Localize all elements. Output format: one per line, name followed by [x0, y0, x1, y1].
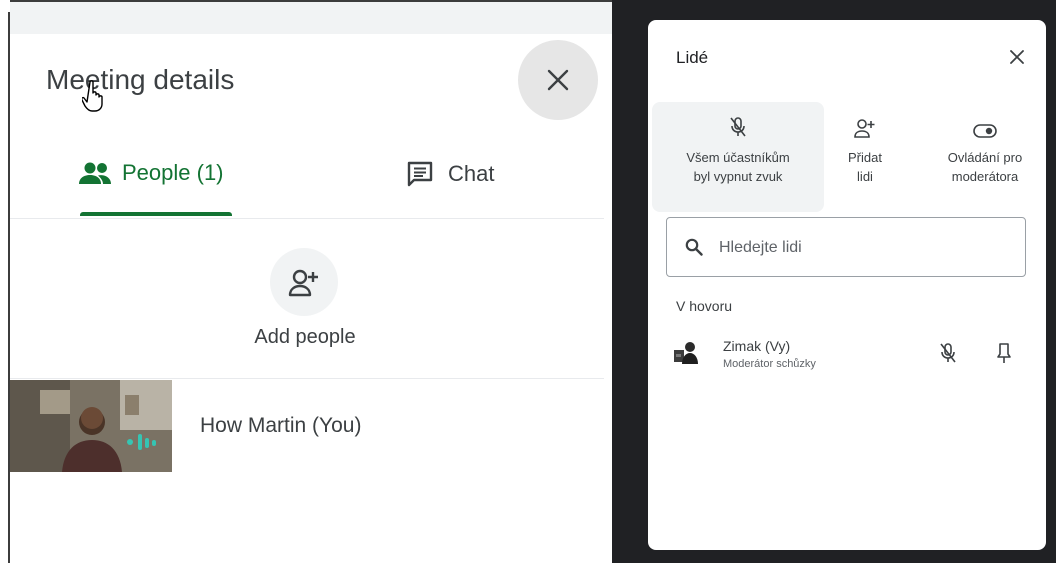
- search-input[interactable]: [717, 218, 1011, 278]
- panel-title: Lidé: [676, 48, 709, 67]
- people-icon: [79, 162, 111, 184]
- active-tab-indicator: [80, 212, 232, 216]
- host-controls[interactable]: Ovládání pro moderátora: [928, 102, 1042, 212]
- hand-cursor-icon: [82, 80, 103, 112]
- participant-pin-button[interactable]: [996, 342, 1012, 369]
- mute-all-label-1: Všem účastníkům: [686, 150, 790, 165]
- participant-name: Zimak (Vy): [723, 338, 791, 354]
- participant-row[interactable]: How Martin (You): [10, 380, 604, 472]
- chat-icon: [407, 161, 433, 187]
- host-controls-label-1: Ovládání pro: [947, 150, 1023, 165]
- people-controls: Všem účastníkům byl vypnut zvuk Přidat l…: [652, 102, 1042, 214]
- participant-name: How Martin (You): [200, 414, 362, 437]
- tab-bar: People (1) Chat: [10, 140, 604, 219]
- tab-chat-label: Chat: [448, 161, 495, 186]
- mic-off-icon: [940, 343, 956, 363]
- participant-role: Moderátor schůzky: [723, 358, 816, 370]
- avatar: [674, 342, 698, 364]
- participant-mute-button[interactable]: [938, 342, 958, 369]
- toggle-icon: [973, 124, 997, 138]
- add-people-control[interactable]: Přidat lidi: [832, 102, 898, 212]
- tab-people-label: People (1): [122, 160, 224, 185]
- divider: [10, 378, 604, 379]
- meeting-details-panel: Meeting details People (1) Chat Add peop…: [0, 0, 612, 563]
- add-people-button[interactable]: [270, 248, 338, 316]
- people-panel: Lidé Všem účastníkům byl vypnut zvuk Při…: [648, 20, 1046, 550]
- close-icon: [1010, 50, 1024, 64]
- host-controls-label-2: moderátora: [951, 169, 1019, 184]
- add-people-label-2: lidi: [857, 169, 873, 184]
- pin-icon: [997, 343, 1011, 363]
- search-box[interactable]: [666, 217, 1026, 278]
- page-title: Meeting details: [46, 64, 235, 95]
- panel-edge: [8, 12, 10, 563]
- participant-row[interactable]: Zimak (Vy) Moderátor schůzky: [668, 328, 1028, 380]
- add-person-icon: [288, 269, 318, 297]
- participant-video-thumbnail: [10, 380, 172, 472]
- mic-off-icon: [730, 117, 746, 137]
- add-people-label-1: Přidat: [848, 150, 882, 165]
- add-people-label: Add people: [254, 326, 356, 348]
- tab-people[interactable]: People (1): [78, 160, 224, 186]
- mute-all-status[interactable]: Všem účastníkům byl vypnut zvuk: [652, 102, 824, 212]
- mute-all-label-2: byl vypnut zvuk: [693, 169, 783, 184]
- close-button[interactable]: [518, 40, 598, 120]
- search-icon: [685, 238, 703, 256]
- close-panel-button[interactable]: [1004, 44, 1030, 70]
- in-call-section-label: V hovoru: [676, 298, 733, 314]
- close-icon: [547, 69, 569, 91]
- tab-chat[interactable]: Chat: [406, 160, 494, 188]
- top-bar: [10, 0, 612, 34]
- add-person-icon: [854, 119, 875, 138]
